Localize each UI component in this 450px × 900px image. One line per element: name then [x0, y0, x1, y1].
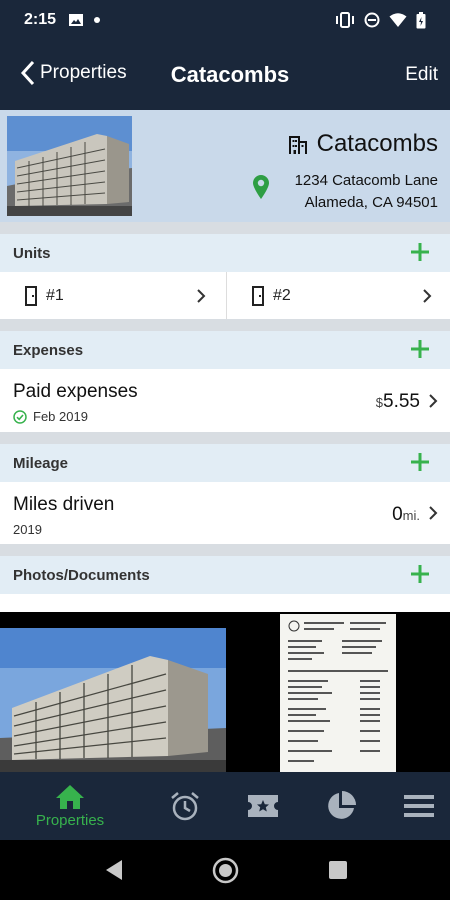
section-title: Units: [13, 244, 51, 262]
divider: [0, 222, 450, 234]
chevron-right-icon: [429, 393, 438, 408]
chevron-right-icon: [197, 288, 206, 303]
address-line-2: Alameda, CA 94501: [304, 194, 438, 211]
units-row: #1 #2: [0, 272, 450, 319]
building-icon: [288, 136, 307, 154]
ticket-icon: [248, 795, 278, 817]
expenses-section-header: Expenses: [0, 331, 450, 369]
miles-driven-row[interactable]: Miles driven 2019 0mi.: [0, 482, 450, 544]
back-icon[interactable]: [104, 859, 124, 881]
unit-item[interactable]: #1: [0, 272, 226, 319]
menu-icon: [404, 795, 434, 817]
section-title: Photos/Documents: [13, 566, 150, 584]
tab-reminders[interactable]: [160, 772, 210, 840]
expense-amount: 5.55: [383, 391, 420, 412]
pie-chart-icon: [328, 791, 356, 819]
dot-icon: [94, 17, 101, 23]
paid-expenses-row[interactable]: Paid expenses Feb 2019 $5.55: [0, 369, 450, 432]
tab-reports[interactable]: [316, 772, 366, 840]
chevron-right-icon: [429, 506, 438, 520]
edit-button[interactable]: Edit: [405, 64, 438, 86]
tab-tickets[interactable]: [238, 772, 288, 840]
property-name: Catacombs: [316, 130, 438, 157]
add-unit-button[interactable]: [408, 240, 432, 264]
vibrate-icon: [336, 12, 354, 28]
mileage-unit: mi.: [402, 508, 420, 523]
section-title: Expenses: [13, 341, 84, 359]
document-thumbnail[interactable]: [280, 614, 396, 772]
unit-item[interactable]: #2: [227, 272, 450, 319]
unit-label: #1: [46, 286, 64, 304]
expense-period: Feb 2019: [33, 409, 88, 424]
recents-icon[interactable]: [328, 860, 348, 880]
tab-properties[interactable]: Properties: [20, 772, 120, 840]
chevron-right-icon: [423, 288, 432, 303]
add-mileage-button[interactable]: [408, 450, 432, 474]
photos-section-header: Photos/Documents: [0, 556, 450, 594]
unit-label: #2: [273, 286, 291, 304]
mileage-value: 0: [392, 504, 403, 525]
home-icon: [56, 784, 84, 809]
add-photo-button[interactable]: [408, 562, 432, 586]
check-circle-icon: [13, 409, 27, 424]
mileage-period: 2019: [13, 522, 42, 537]
status-bar: 2:15: [0, 0, 450, 40]
system-nav-bar: [0, 840, 450, 900]
status-time: 2:15: [24, 11, 57, 28]
alarm-icon: [171, 792, 199, 821]
building-photo-thumbnail[interactable]: [0, 628, 226, 772]
address-line-1: 1234 Catacomb Lane: [294, 172, 438, 189]
units-section-header: Units: [0, 234, 450, 272]
image-notification-icon: [69, 14, 84, 26]
door-icon: [25, 285, 37, 306]
divider: [0, 432, 450, 444]
add-expense-button[interactable]: [408, 337, 432, 361]
expense-total: $5.55: [376, 391, 420, 413]
tab-label: Properties: [35, 811, 105, 829]
wifi-icon: [389, 13, 407, 27]
app-bar: Properties Catacombs Edit: [0, 40, 450, 110]
divider: [0, 319, 450, 331]
property-address[interactable]: 1234 Catacomb Lane Alameda, CA 94501: [295, 170, 438, 214]
photos-spacer: [0, 594, 450, 612]
currency-symbol: $: [375, 395, 384, 410]
bottom-tab-bar: Properties: [0, 772, 450, 840]
property-header: Catacombs 1234 Catacomb Lane Alameda, CA…: [0, 110, 450, 222]
battery-icon: [416, 11, 426, 28]
door-icon: [252, 285, 264, 306]
divider: [0, 544, 450, 556]
page-title: Catacombs: [170, 62, 290, 87]
section-title: Mileage: [13, 454, 69, 472]
home-button-icon[interactable]: [212, 857, 239, 884]
photos-strip: [0, 612, 450, 772]
item-title: Miles driven: [13, 494, 115, 515]
do-not-disturb-icon: [364, 12, 380, 28]
item-title: Paid expenses: [13, 381, 138, 402]
location-pin-icon: [253, 175, 269, 199]
mileage-section-header: Mileage: [0, 444, 450, 482]
mileage-total: 0mi.: [392, 504, 420, 526]
property-photo[interactable]: [7, 116, 132, 216]
tab-menu[interactable]: [394, 772, 444, 840]
